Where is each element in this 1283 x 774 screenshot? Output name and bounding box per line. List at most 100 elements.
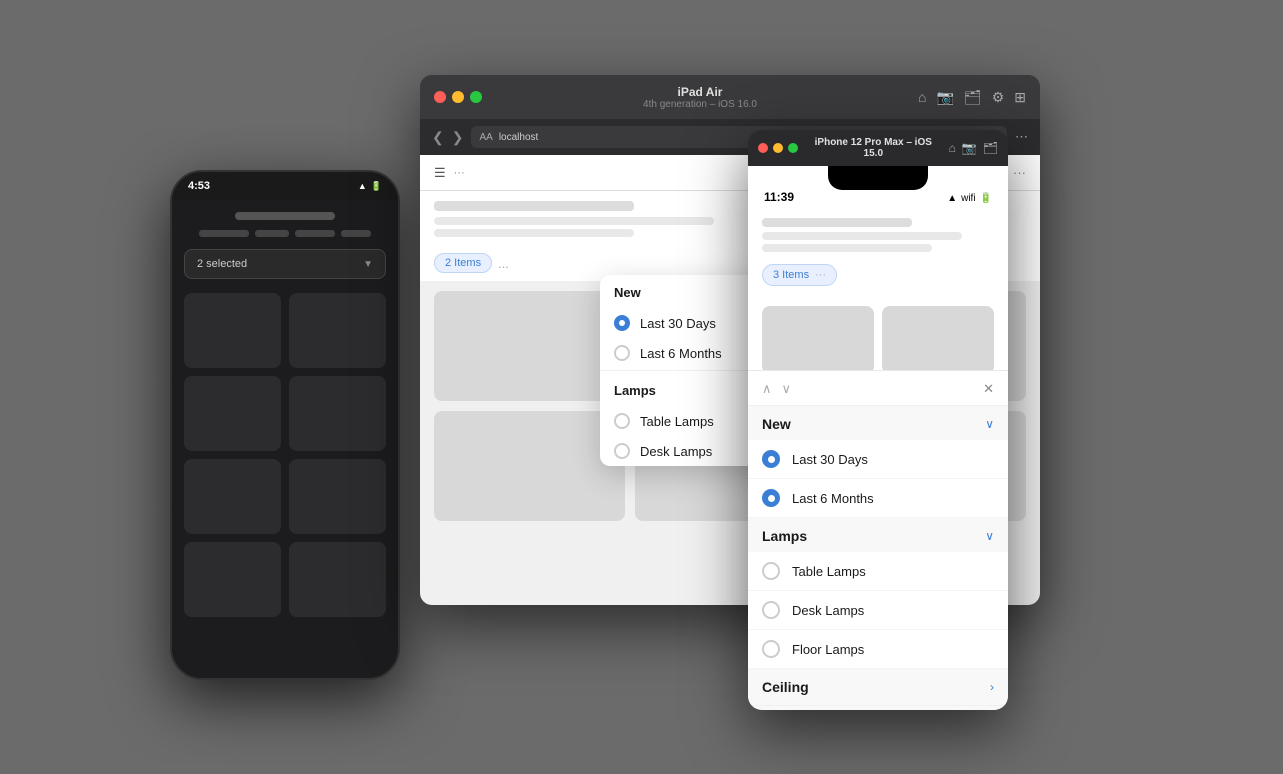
iphone-signal-icon: ▲ (947, 193, 957, 204)
android-grid-item (289, 376, 386, 451)
android-subtitle-row (184, 230, 386, 237)
ipad-title-area: iPad Air 4th generation – iOS 16.0 (494, 85, 906, 110)
ipad-grid-item (434, 411, 625, 521)
filter-down-button[interactable]: ∨ (782, 381, 792, 397)
iphone-dd-floorlamps-item[interactable]: Floor Lamps (748, 630, 1008, 669)
iphone-dd-tablelamps-item[interactable]: Table Lamps (748, 552, 1008, 591)
iphone-dd-last6m-item[interactable]: Last 6 Months (748, 479, 1008, 518)
android-dropdown-label: 2 selected (197, 258, 247, 270)
filter-panel-header: ∧ ∨ ✕ (748, 371, 1008, 406)
android-grid-item (184, 293, 281, 368)
android-dropdown[interactable]: 2 selected ▼ (184, 249, 386, 279)
android-grid-item (289, 542, 386, 617)
battery-icon: 🔋 (371, 181, 382, 192)
more-icon[interactable]: ··· (1013, 165, 1026, 180)
iphone-header-block1 (762, 218, 912, 227)
ipad-close-button[interactable] (434, 91, 446, 103)
camera-icon[interactable]: 📷 (936, 89, 953, 106)
iphone-dd-tablelamps-radio[interactable] (762, 562, 780, 580)
iphone-byroom-row[interactable]: By Room ∨ (748, 706, 1008, 710)
ipad-minimize-button[interactable] (452, 91, 464, 103)
android-phone: 4:53 ▲ 🔋 2 selected ▼ (170, 170, 400, 680)
dd-desklamps-radio[interactable] (614, 443, 630, 459)
chevron-down-icon: ▼ (363, 259, 373, 270)
iphone-dd-desklamps-radio[interactable] (762, 601, 780, 619)
filter-close-button[interactable]: ✕ (983, 381, 994, 397)
iphone-dd-last6m-label: Last 6 Months (792, 491, 874, 506)
iphone-traffic-lights (758, 143, 798, 153)
filter-up-button[interactable]: ∧ (762, 381, 772, 397)
android-sub2 (255, 230, 289, 237)
iphone-header-block2 (762, 232, 962, 240)
iphone-status-icons: ▲ wifi 🔋 (947, 193, 992, 204)
sidebar-toggle-icon[interactable]: ☰ (434, 165, 446, 181)
iphone-dd-new-header[interactable]: New ∨ (748, 406, 1008, 440)
iphone-camera-icon[interactable]: 📷 (962, 141, 977, 155)
android-sub4 (341, 230, 371, 237)
android-sub3 (295, 230, 335, 237)
iphone-dd-desklamps-item[interactable]: Desk Lamps (748, 591, 1008, 630)
dd-last6m-radio[interactable] (614, 345, 630, 361)
iphone-grid-item (882, 306, 994, 374)
iphone-ceiling-row[interactable]: Ceiling › (748, 669, 1008, 706)
iphone-dd-desklamps-label: Desk Lamps (792, 603, 864, 618)
iphone-window: iPhone 12 Pro Max – iOS 15.0 ⌂ 📷 🗂 11:39… (748, 130, 1008, 710)
android-grid-item (289, 459, 386, 534)
files-icon[interactable]: 🗂 (964, 89, 982, 106)
iphone-dd-lamps-title: Lamps (762, 528, 807, 544)
ipad-breadcrumb: ··· (454, 167, 465, 179)
settings-icon[interactable]: ⚙ (992, 89, 1005, 106)
ipad-items-more[interactable]: ... (498, 256, 509, 271)
iphone-header-block3 (762, 244, 932, 252)
grid-icon[interactable]: ⊞ (1014, 89, 1026, 106)
iphone-grid-item (762, 306, 874, 374)
ipad-maximize-button[interactable] (470, 91, 482, 103)
ipad-device-subtitle: 4th generation – iOS 16.0 (494, 99, 906, 110)
iphone-battery-icon: 🔋 (980, 193, 992, 204)
iphone-dd-last30-label: Last 30 Days (792, 452, 868, 467)
android-content: 2 selected ▼ (172, 200, 398, 678)
iphone-items-dots: ··· (815, 269, 826, 281)
iphone-filter-panel: ∧ ∨ ✕ New ∨ Last 30 Days Last 6 Months L… (748, 370, 1008, 710)
android-grid-item (184, 459, 281, 534)
android-sub1 (199, 230, 249, 237)
iphone-maximize-button[interactable] (788, 143, 798, 153)
iphone-notch (828, 166, 928, 190)
iphone-dd-lamps-chevron: ∨ (985, 529, 994, 543)
android-grid-item (184, 376, 281, 451)
dd-tablelamps-radio[interactable] (614, 413, 630, 429)
iphone-dd-last30-radio[interactable] (762, 450, 780, 468)
back-button[interactable]: ❮ (432, 129, 444, 146)
iphone-home-icon[interactable]: ⌂ (949, 141, 956, 155)
iphone-dd-lamps-header[interactable]: Lamps ∨ (748, 518, 1008, 552)
ipad-grid-item (434, 291, 625, 401)
home-icon[interactable]: ⌂ (918, 89, 926, 105)
forward-button[interactable]: ❯ (452, 129, 464, 146)
android-time: 4:53 (188, 180, 210, 192)
android-grid (184, 293, 386, 617)
iphone-dd-floorlamps-label: Floor Lamps (792, 642, 864, 657)
iphone-ceiling-title: Ceiling (762, 679, 809, 695)
iphone-toolbar-icons: ⌂ 📷 🗂 (949, 141, 998, 155)
ipad-header-block2 (434, 217, 714, 225)
iphone-files-icon[interactable]: 🗂 (983, 141, 998, 155)
iphone-device-name: iPhone 12 Pro Max – iOS 15.0 (806, 137, 941, 159)
iphone-ceiling-chevron: › (990, 680, 994, 694)
iphone-dd-floorlamps-radio[interactable] (762, 640, 780, 658)
share-icon[interactable]: ⋯ (1015, 129, 1028, 145)
iphone-dd-tablelamps-label: Table Lamps (792, 564, 866, 579)
iphone-minimize-button[interactable] (773, 143, 783, 153)
iphone-dd-last30-item[interactable]: Last 30 Days (748, 440, 1008, 479)
reader-mode-icon: AA (479, 132, 492, 143)
iphone-dd-new-title: New (762, 416, 791, 432)
ipad-items-badge[interactable]: 2 Items (434, 253, 492, 273)
ipad-inner-actions: ··· (1013, 165, 1026, 180)
iphone-items-badge[interactable]: 3 Items ··· (762, 264, 837, 286)
dd-last30-radio[interactable] (614, 315, 630, 331)
wifi-icon: ▲ (358, 181, 367, 191)
dd-desklamps-label: Desk Lamps (640, 444, 712, 459)
android-title-placeholder (235, 212, 335, 220)
ipad-header-block1 (434, 201, 634, 211)
iphone-close-button[interactable] (758, 143, 768, 153)
iphone-dd-last6m-radio[interactable] (762, 489, 780, 507)
